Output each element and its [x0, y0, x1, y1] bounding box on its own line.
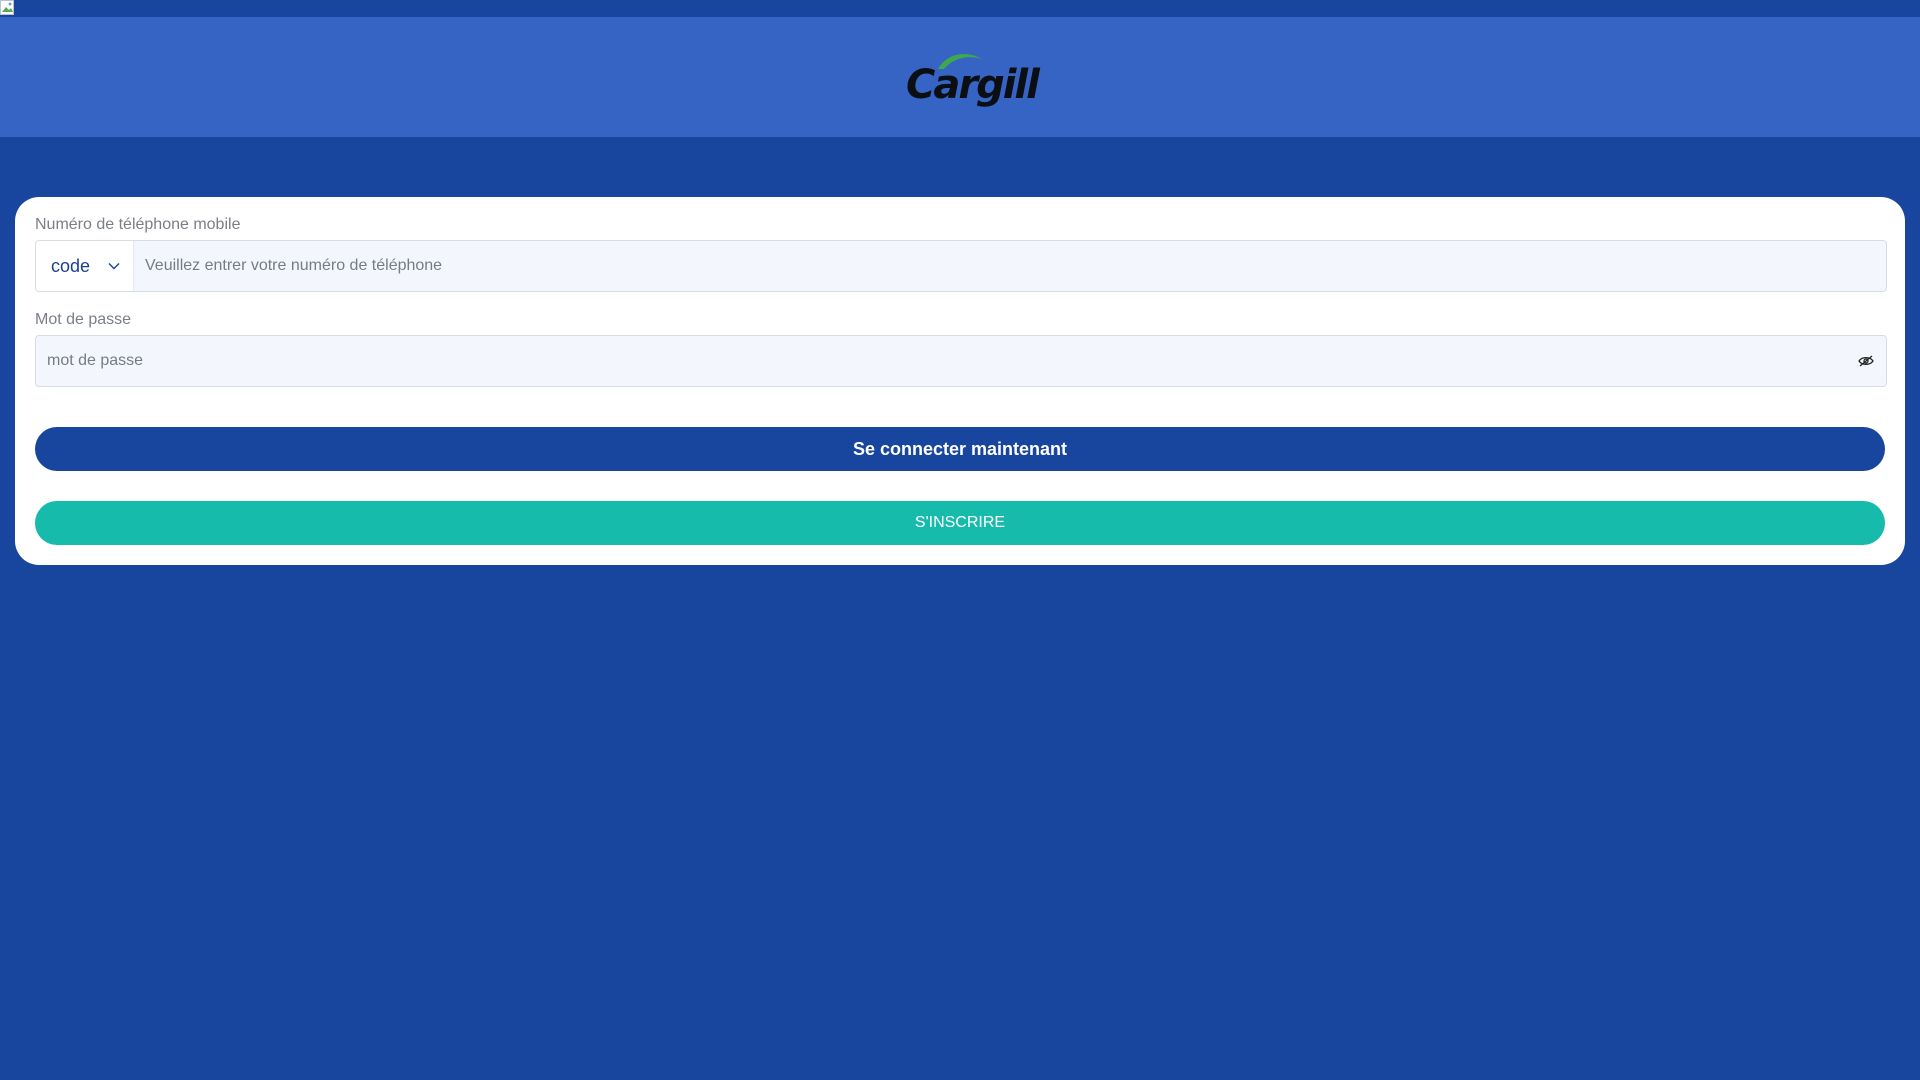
phone-label: Numéro de téléphone mobile: [35, 216, 241, 233]
eye-icon[interactable]: [1846, 336, 1886, 386]
logo-wordmark: Cargill: [906, 62, 1040, 108]
app-header: Cargill: [0, 17, 1920, 137]
broken-image-icon: [0, 0, 14, 15]
password-label: Mot de passe: [35, 311, 132, 328]
login-card: Numéro de téléphone mobile code Mot de p…: [15, 197, 1905, 565]
chevron-down-icon: [108, 262, 120, 270]
password-input-group: [35, 335, 1887, 387]
password-input[interactable]: [36, 351, 1846, 371]
cargill-logo: Cargill: [900, 47, 1040, 107]
login-button[interactable]: Se connecter maintenant: [35, 427, 1885, 471]
country-code-value: code: [51, 255, 91, 276]
register-button[interactable]: S'INSCRIRE: [35, 501, 1885, 545]
phone-input-group: code: [35, 240, 1887, 292]
country-code-select[interactable]: code: [36, 241, 134, 291]
phone-input[interactable]: [134, 241, 1886, 291]
